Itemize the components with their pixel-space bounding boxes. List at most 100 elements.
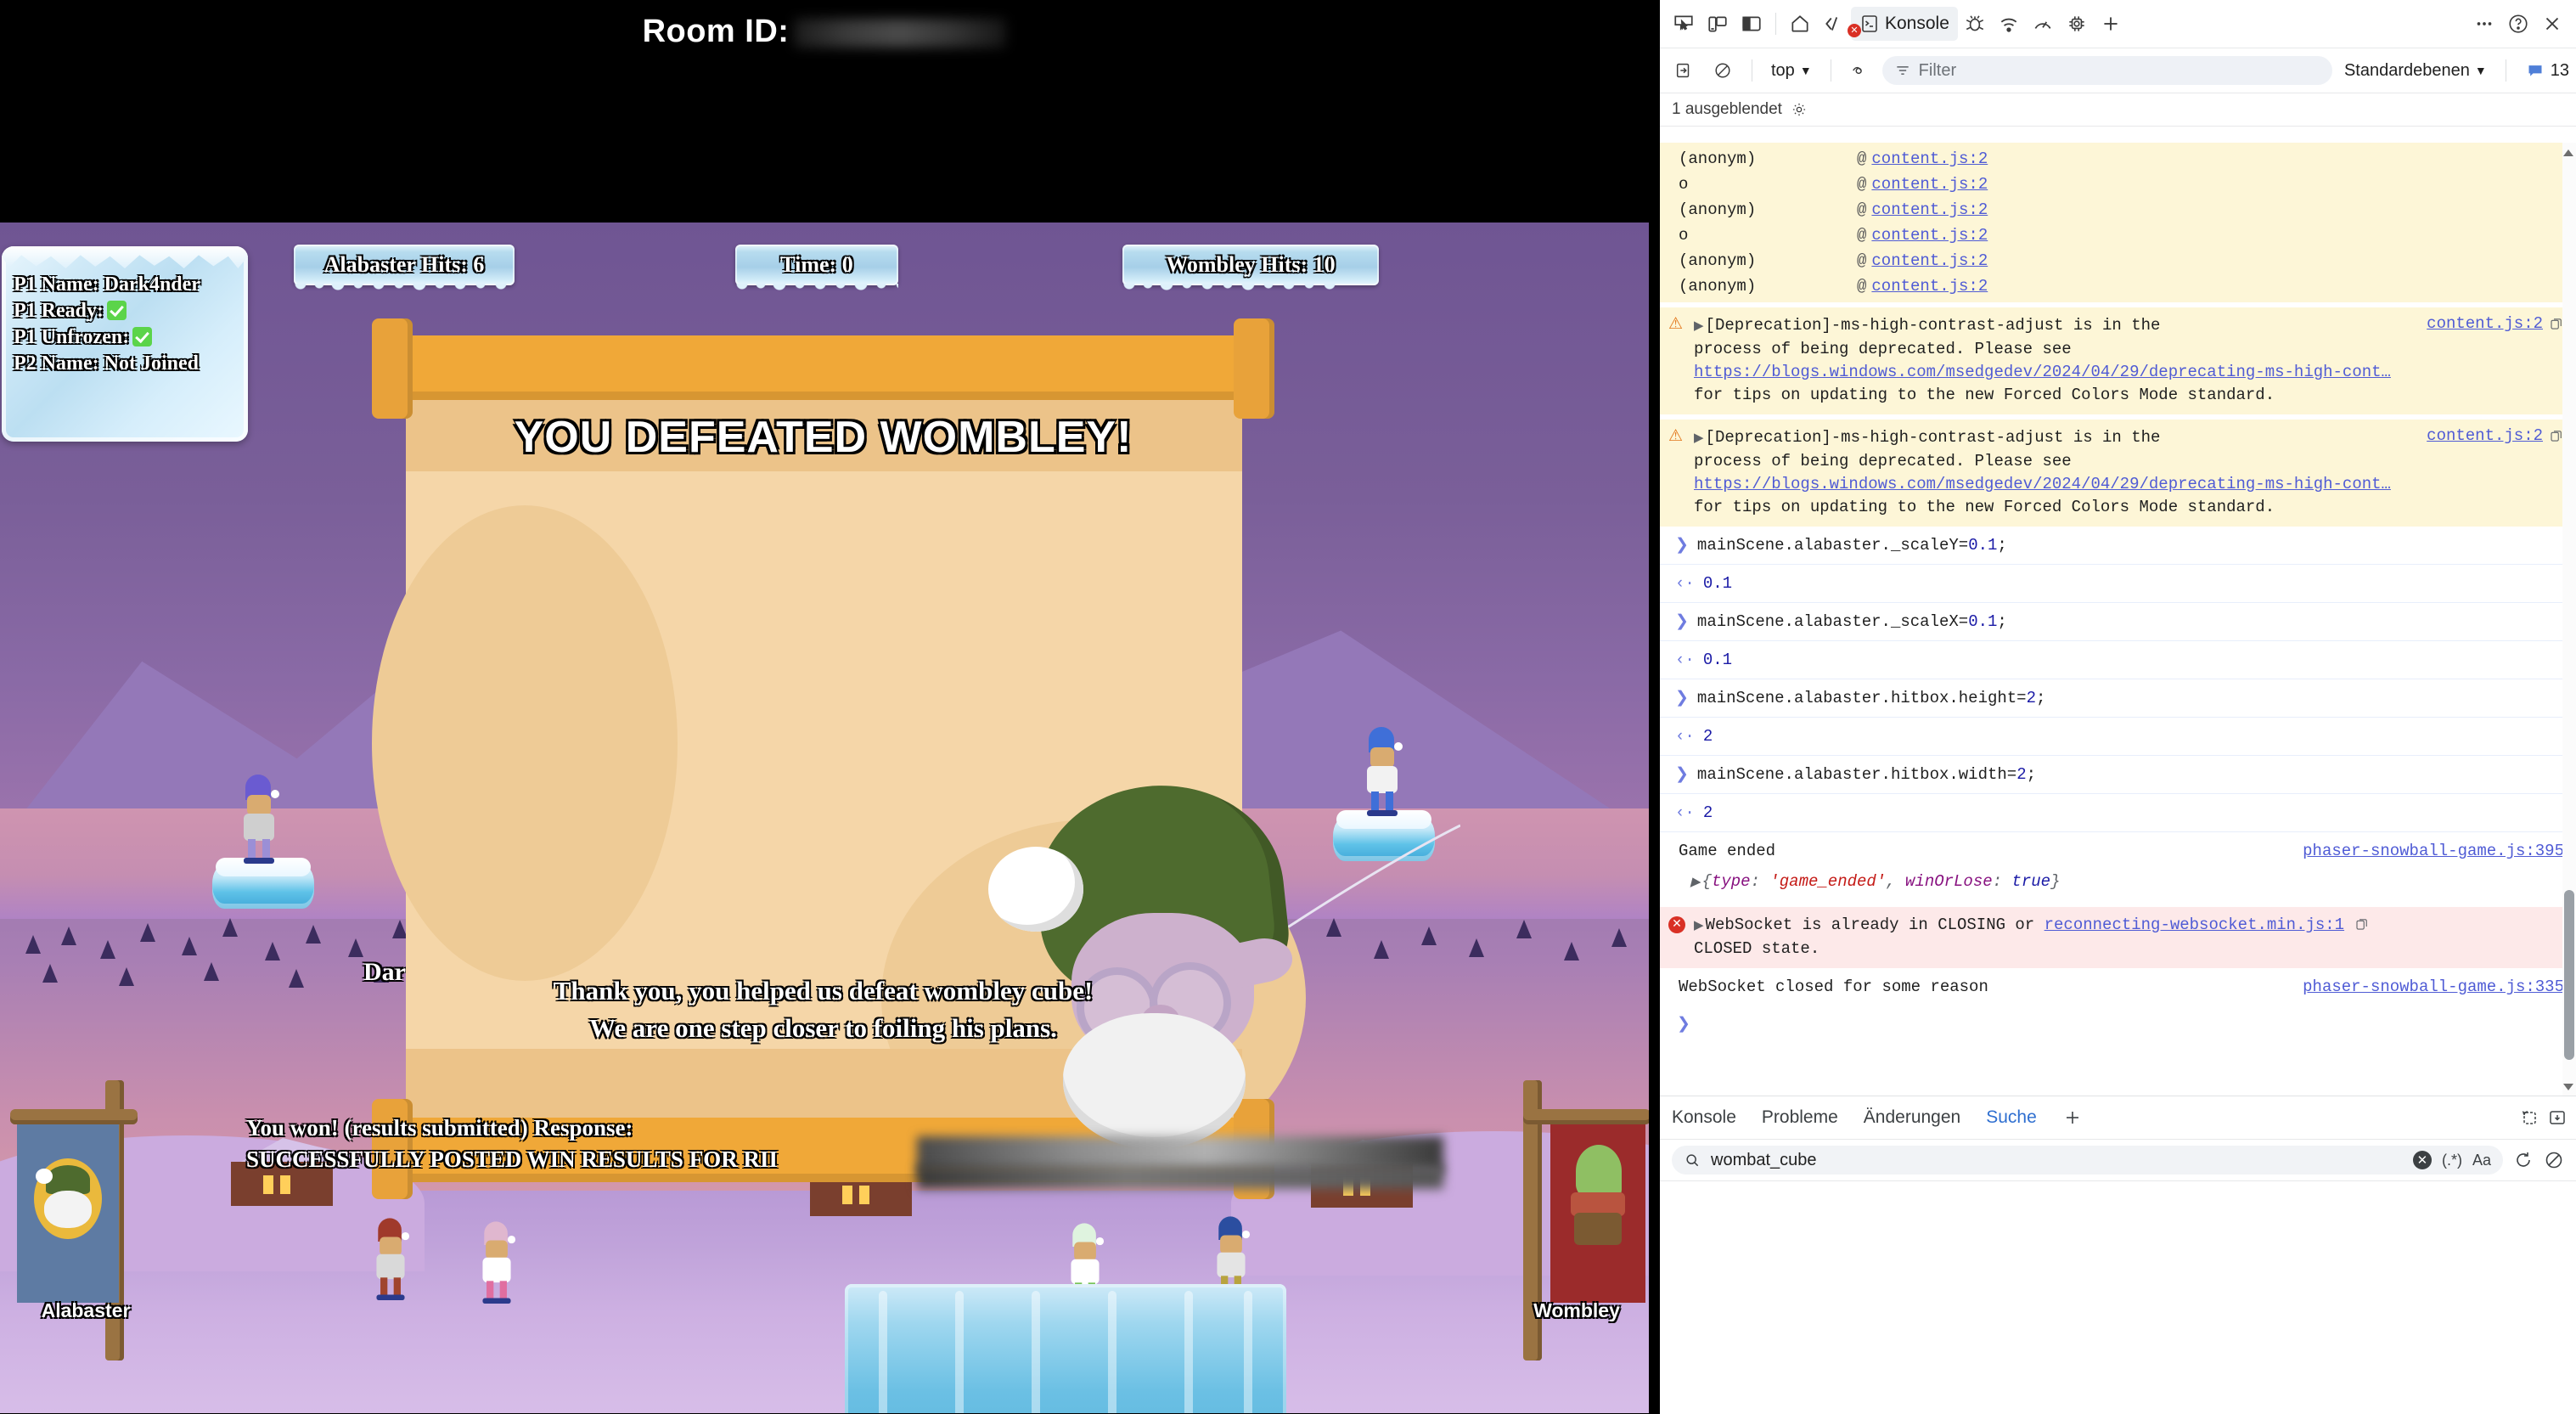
application-icon[interactable] xyxy=(2060,7,2094,41)
elf-player-right xyxy=(1357,727,1408,820)
source-link[interactable]: content.js:2 xyxy=(1871,275,1988,297)
add-tab-icon[interactable] xyxy=(2094,7,2128,41)
sources-icon[interactable] xyxy=(1817,7,1851,41)
stack-at: @ xyxy=(1857,277,1867,296)
regex-icon[interactable]: (.*) xyxy=(2442,1152,2462,1169)
room-id-bar: Room ID: xyxy=(0,0,1649,64)
source-link[interactable]: content.js:2 xyxy=(2427,314,2543,333)
wombley-crest-icon xyxy=(1562,1145,1634,1247)
time-plaque: Time: 0 xyxy=(735,245,898,293)
gnome-pom xyxy=(988,847,1083,932)
help-icon[interactable] xyxy=(2501,7,2535,41)
source-link[interactable]: content.js:2 xyxy=(2427,426,2543,445)
drawer-tab-konsole[interactable]: Konsole xyxy=(1672,1107,1736,1128)
console-command: ❯ mainScene.alabaster._scaleY=0.1; xyxy=(1660,527,2576,565)
expand-arrow-icon[interactable]: ▶ xyxy=(1694,919,1704,933)
restore-drawer-icon[interactable] xyxy=(2518,1107,2539,1128)
home-icon[interactable] xyxy=(1783,7,1817,41)
network-icon[interactable] xyxy=(1992,7,2026,41)
filter-icon xyxy=(1897,66,1909,75)
add-tab-icon[interactable] xyxy=(2062,1107,2083,1128)
warning-text-c: for tips on updating to the new Forced C… xyxy=(1694,386,2275,404)
source-link[interactable]: reconnecting-websocket.min.js:1 xyxy=(2044,915,2344,934)
close-icon[interactable] xyxy=(2535,7,2569,41)
console-result: ‹· 2 xyxy=(1660,794,2576,832)
warning-message: ⚠ ▶ [Deprecation]-ms-high-contrast-adjust… xyxy=(1660,420,2576,527)
log-object-preview[interactable]: ▶ {type: 'game_ended', winOrLose: true} xyxy=(1660,870,2576,902)
console-command: ❯ mainScene.alabaster._scaleX=0.1; xyxy=(1660,603,2576,641)
victory-scroll: YOU DEFEATED WOMBLEY! Thank you, you hel… xyxy=(372,318,1306,1221)
stack-row: o @ content.js:2 xyxy=(1660,223,2576,248)
output-caret-icon: ‹· xyxy=(1675,651,1695,669)
performance-icon[interactable] xyxy=(2026,7,2060,41)
gear-icon[interactable] xyxy=(1791,101,1808,118)
log-message-game-ended: Game ended phaser-snowball-game.js:395 xyxy=(1660,832,2576,870)
cancel-icon[interactable] xyxy=(2544,1150,2564,1170)
source-link[interactable]: phaser-snowball-game.js:395 xyxy=(2303,839,2564,863)
source-link[interactable]: content.js:2 xyxy=(1871,199,1988,221)
error-text-b: CLOSED state. xyxy=(1694,939,1820,958)
stack-at: @ xyxy=(1857,251,1867,270)
message-count[interactable]: 13 xyxy=(2518,61,2569,81)
console-prompt[interactable]: ❯ xyxy=(1660,1006,2576,1039)
tab-konsole[interactable]: Konsole ✕ xyxy=(1848,7,1958,41)
console-command: ❯ mainScene.alabaster.hitbox.width=2; xyxy=(1660,756,2576,794)
source-link[interactable]: content.js:2 xyxy=(1871,173,1988,195)
ice-platform-left xyxy=(212,858,314,909)
expand-arrow-icon[interactable]: ▶ xyxy=(1690,876,1701,890)
stack-fn: o xyxy=(1679,226,1689,245)
source-link[interactable]: content.js:2 xyxy=(1871,148,1988,170)
obj-key-winorlose: winOrLose xyxy=(1905,872,1993,891)
refresh-icon[interactable] xyxy=(2513,1150,2534,1170)
context-label: top xyxy=(1771,60,1795,80)
stack-row: (anonym) @ content.js:2 xyxy=(1660,146,2576,172)
time-text: Time: 0 xyxy=(780,252,853,277)
source-link[interactable]: content.js:2 xyxy=(1871,250,1988,272)
tab-konsole-label: Konsole xyxy=(1885,14,1949,33)
drawer-tab-probleme[interactable]: Probleme xyxy=(1762,1107,1838,1128)
clear-console-icon[interactable] xyxy=(1667,54,1701,87)
filter-input[interactable]: Filter xyxy=(1881,56,2332,85)
console-filter-bar: top ▼ Filter Standardebenen ▼ 13 xyxy=(1660,48,2576,93)
context-selector[interactable]: top ▼ xyxy=(1764,56,1819,85)
dock-drawer-icon[interactable] xyxy=(2547,1107,2568,1128)
scrollbar-thumb[interactable] xyxy=(2564,890,2574,1060)
hidden-messages-label: 1 ausgeblendet xyxy=(1672,100,1782,118)
source-link[interactable]: phaser-snowball-game.js:335 xyxy=(2303,975,2564,999)
drawer-tab-anderungen[interactable]: Änderungen xyxy=(1864,1107,1960,1128)
expand-arrow-icon[interactable]: ▶ xyxy=(1694,319,1704,334)
warning-source: content.js:2 xyxy=(2427,314,2564,333)
warning-link[interactable]: https://blogs.windows.com/msedgedev/2024… xyxy=(1694,363,2391,381)
scroll-up-arrow-icon[interactable] xyxy=(2563,149,2573,156)
live-expression-icon[interactable] xyxy=(1843,54,1877,87)
banner-wombley[interactable]: Wombley xyxy=(1501,1080,1649,1360)
message-count-value: 13 xyxy=(2550,60,2569,80)
log-levels-selector[interactable]: Standardebenen ▼ xyxy=(2337,56,2494,85)
banner-alabaster[interactable]: Alabaster xyxy=(5,1080,166,1360)
more-options-icon[interactable] xyxy=(2467,7,2501,41)
match-case-icon[interactable]: Aa xyxy=(2472,1152,2491,1169)
scroll-down-arrow-icon[interactable] xyxy=(2563,1084,2573,1090)
elements-bug-icon[interactable] xyxy=(1958,7,1992,41)
expand-arrow-icon[interactable]: ▶ xyxy=(1694,431,1704,446)
console-result: ‹· 0.1 xyxy=(1660,565,2576,603)
inspect-element-icon[interactable] xyxy=(1667,7,1701,41)
stack-fn: (anonym) xyxy=(1679,149,1757,168)
source-link[interactable]: content.js:2 xyxy=(1871,224,1988,246)
no-entry-icon[interactable] xyxy=(1706,54,1740,87)
obj-key-type: type xyxy=(1711,872,1751,891)
copy-stack-icon[interactable] xyxy=(2354,916,2370,932)
command-text: mainScene.alabaster._scaleX=0.1; xyxy=(1696,612,2007,631)
devtools-drawer: Konsole Probleme Änderungen Suche wombat… xyxy=(1660,1096,2576,1414)
device-toolbar-icon[interactable] xyxy=(1701,7,1735,41)
dock-side-icon[interactable] xyxy=(1735,7,1769,41)
drawer-tab-suche[interactable]: Suche xyxy=(1986,1107,2037,1128)
search-input[interactable]: wombat_cube ✕ (.*) Aa xyxy=(1672,1146,2503,1175)
console-scrollbar[interactable] xyxy=(2562,143,2576,1096)
warning-link[interactable]: https://blogs.windows.com/msedgedev/2024… xyxy=(1694,475,2391,493)
search-value: wombat_cube xyxy=(1711,1150,1817,1169)
console-log-area[interactable]: (anonym) @ content.js:2 o @ content.js:2… xyxy=(1660,143,2576,1096)
error-text-a: WebSocket is already in CLOSING or xyxy=(1705,915,2035,934)
clear-search-icon[interactable]: ✕ xyxy=(2412,1151,2432,1169)
obj-value-winorlose: true xyxy=(2011,872,2051,891)
